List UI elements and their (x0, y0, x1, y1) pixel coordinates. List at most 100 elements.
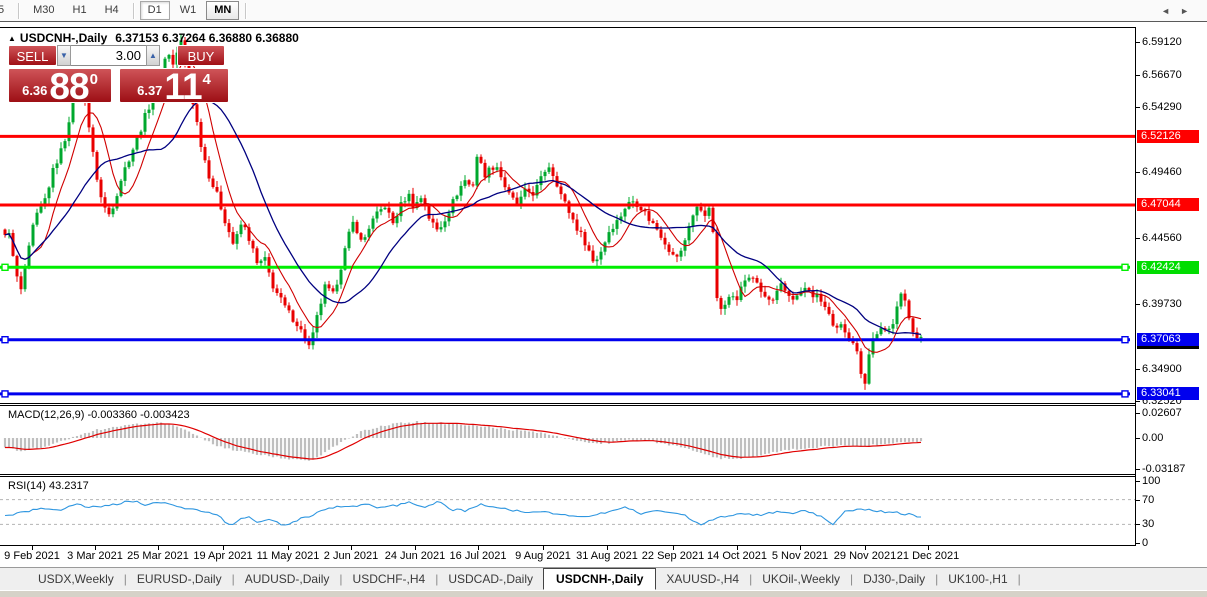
volume-increase-button[interactable]: ▲ (146, 45, 160, 66)
axis-tick-mark (1136, 238, 1140, 239)
chart-tab-uk100-h1[interactable]: UK100-,H1 (938, 569, 1017, 589)
axis-tick-mark (1136, 413, 1140, 414)
axis-tick-mark (1136, 107, 1140, 108)
bid-price-prefix: 6.36 (22, 83, 47, 98)
macd-tick-label: 0.02607 (1142, 407, 1182, 419)
price-tick-label: 6.44560 (1142, 232, 1182, 244)
axis-tick-mark (1136, 438, 1140, 439)
axis-tick-mark (1136, 304, 1140, 305)
trading-platform-window: 5 M30H1H4 D1W1MN ▲ USDCNH-,Daily 6.37153 6.3… (0, 0, 1207, 597)
bid-price-pip-digit: 0 (90, 71, 98, 88)
chart-tab-usdcnh-daily[interactable]: USDCNH-,Daily (543, 568, 656, 590)
collapse-arrow-icon[interactable]: ▲ (8, 34, 16, 43)
status-strip (0, 590, 1207, 597)
axis-tick-mark (1136, 500, 1140, 501)
price-tick-label: 6.56670 (1142, 69, 1182, 81)
timeframe-button-m30[interactable]: M30 (25, 1, 62, 20)
axis-tick-mark (1136, 75, 1140, 76)
macd-tick-label: -0.03187 (1142, 463, 1185, 475)
date-label: 14 Oct 2021 (707, 550, 767, 562)
chart-tab-audusd-daily[interactable]: AUDUSD-,Daily (235, 569, 340, 589)
timeframe-button-5[interactable]: 5 (0, 1, 12, 20)
timeframe-toolbar: 5 M30H1H4 D1W1MN (0, 0, 1207, 22)
macd-tick-label: 0.00 (1142, 432, 1163, 444)
axis-tick-mark (1136, 172, 1140, 173)
time-axis[interactable]: 9 Feb 2021 3 Mar 2021 25 Mar 2021 19 Apr 20… (0, 546, 1207, 567)
ask-price-box[interactable]: 6.37 11 4 (119, 68, 229, 103)
ohlc-values: 6.37153 6.37264 6.36880 6.36880 (115, 31, 299, 45)
tab-scroll-right-icon[interactable]: ► (1180, 6, 1199, 16)
price-level-badge: 6.33041 (1137, 387, 1199, 400)
axis-tick-mark (1136, 42, 1140, 43)
axis-tick-mark (1136, 524, 1140, 525)
price-axis[interactable]: 6.59120 6.56670 6.54290 6.49460 6.44560 6.397… (1136, 27, 1207, 546)
chart-tab-eurusd-daily[interactable]: EURUSD-,Daily (127, 569, 232, 589)
date-label: 22 Sep 2021 (642, 550, 704, 562)
rsi-label: RSI(14) 43.2317 (8, 480, 89, 492)
chart-tab-usdx-weekly[interactable]: USDX,Weekly (28, 569, 124, 589)
axis-tick-mark (1136, 481, 1140, 482)
rsi-chart[interactable] (0, 477, 1135, 545)
buy-button[interactable]: BUY (177, 45, 225, 66)
axis-tick-mark (1136, 469, 1140, 470)
price-level-badge: 6.52126 (1137, 130, 1199, 143)
price-level-badge: 6.42424 (1137, 261, 1199, 274)
price-tick-label: 6.54290 (1142, 101, 1182, 113)
sell-button[interactable]: SELL (8, 45, 57, 66)
price-tick-label: 6.59120 (1142, 36, 1182, 48)
date-label: 3 Mar 2021 (67, 550, 123, 562)
toolbar-separator (245, 3, 246, 19)
date-label: 11 May 2021 (257, 550, 320, 562)
chart-tab-xauusd-h4[interactable]: XAUUSD-,H4 (656, 569, 749, 589)
timeframe-button-h1[interactable]: H1 (65, 1, 95, 20)
timeframe-button-h4[interactable]: H4 (97, 1, 127, 20)
chart-tab-bar: USDX,Weekly|EURUSD-,Daily|AUDUSD-,Daily|… (0, 567, 1207, 590)
timeframe-button-w1[interactable]: W1 (172, 1, 205, 20)
date-label: 29 Nov 2021 (834, 550, 896, 562)
date-label: 5 Nov 2021 (772, 550, 828, 562)
ask-price-pip-digit: 4 (203, 71, 211, 88)
price-level-badge: 6.47044 (1137, 198, 1199, 211)
timeframe-button-d1[interactable]: D1 (140, 1, 170, 20)
bid-price-big-digits: 88 (49, 72, 88, 102)
price-tick-label: 6.49460 (1142, 166, 1182, 178)
chart-tab-ukoil-weekly[interactable]: UKOil-,Weekly (752, 569, 850, 589)
chart-tab-dj30-daily[interactable]: DJ30-,Daily (853, 569, 935, 589)
date-label: 31 Aug 2021 (576, 550, 638, 562)
date-label: 19 Apr 2021 (193, 550, 252, 562)
price-level-badge: 6.37063 (1137, 333, 1199, 346)
ask-price-big-digits: 11 (164, 72, 201, 102)
date-label: 9 Aug 2021 (515, 550, 571, 562)
date-label: 21 Dec 2021 (897, 550, 959, 562)
date-label: 24 Jun 2021 (385, 550, 446, 562)
axis-tick-mark (1136, 369, 1140, 370)
ask-price-prefix: 6.37 (137, 83, 162, 98)
timeframe-button-mn[interactable]: MN (206, 1, 239, 20)
price-tick-label: 6.34900 (1142, 363, 1182, 375)
macd-label: MACD(12,26,9) -0.003360 -0.003423 (8, 409, 190, 421)
toolbar-separator (18, 3, 19, 19)
one-click-trading-panel: SELL ▼ 3.00 ▲ BUY 6.36 88 0 6.37 11 4 (8, 45, 229, 103)
rsi-tick-label: 30 (1142, 518, 1154, 530)
chart-tab-usdcad-daily[interactable]: USDCAD-,Daily (438, 569, 543, 589)
tab-scroll-left-icon[interactable]: ◄ (1161, 6, 1180, 16)
date-label: 9 Feb 2021 (4, 550, 60, 562)
price-tick-label: 6.39730 (1142, 298, 1182, 310)
rsi-tick-label: 70 (1142, 494, 1154, 506)
volume-input[interactable]: 3.00 (71, 45, 146, 66)
rsi-tick-label: 100 (1142, 475, 1160, 487)
toolbar-separator (133, 3, 134, 19)
date-label: 2 Jun 2021 (324, 550, 378, 562)
volume-decrease-button[interactable]: ▼ (57, 45, 71, 66)
rsi-indicator-pane[interactable] (0, 476, 1135, 546)
tab-scroll-arrows: ◄► (1161, 6, 1199, 16)
chart-tab-usdchf-h4[interactable]: USDCHF-,H4 (343, 569, 436, 589)
bid-price-box[interactable]: 6.36 88 0 (8, 68, 112, 103)
symbol-period-label: USDCNH-,Daily (20, 31, 107, 45)
date-label: 25 Mar 2021 (127, 550, 189, 562)
date-label: 16 Jul 2021 (450, 550, 507, 562)
axis-tick-mark (1136, 401, 1140, 402)
chart-title: ▲ USDCNH-,Daily 6.37153 6.37264 6.36880 6.… (8, 31, 299, 45)
tab-separator: | (1018, 572, 1021, 586)
axis-tick-mark (1136, 543, 1140, 544)
